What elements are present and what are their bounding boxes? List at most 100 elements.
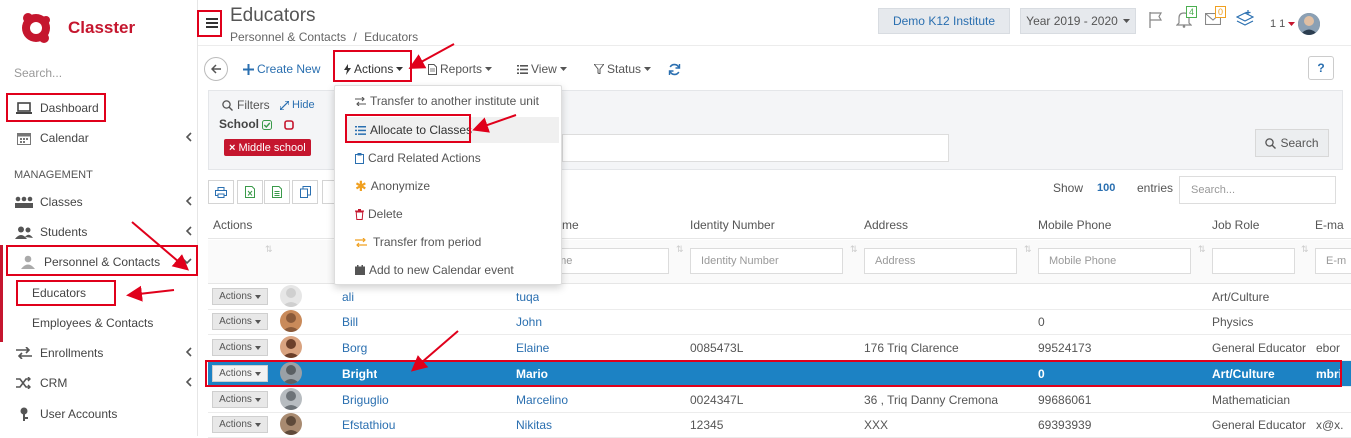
filter-identity-input[interactable]: Identity Number xyxy=(690,248,843,274)
square-icon[interactable] xyxy=(284,120,294,130)
cell-first-name[interactable]: John xyxy=(516,315,542,329)
check-square-icon[interactable] xyxy=(262,120,272,130)
menu-item-calendar-event[interactable]: Add to new Calendar event xyxy=(335,257,563,283)
cell-first-name[interactable]: Mario xyxy=(516,367,548,381)
sidebar-item-employees-contacts[interactable]: Employees & Contacts xyxy=(0,309,198,337)
more-tools-button[interactable] xyxy=(322,180,334,204)
sidebar-item-crm[interactable]: CRM xyxy=(0,369,198,397)
file-excel-icon xyxy=(245,186,255,198)
help-button[interactable]: ? xyxy=(1308,56,1334,80)
institute-selector[interactable]: Demo K12 Institute xyxy=(878,8,1010,34)
table-row[interactable]: Actions Borg Elaine 0085473L 176 Triq Claren… xyxy=(208,335,1351,361)
menu-item-card-related-actions[interactable]: Card Related Actions xyxy=(335,145,563,171)
actions-menu-button[interactable]: Actions xyxy=(344,60,404,78)
sidebar-search-input[interactable]: Search... xyxy=(14,66,62,80)
sidebar-item-personnel-contacts[interactable]: Personnel & Contacts xyxy=(0,248,198,276)
cell-first-name[interactable]: Nikitas xyxy=(516,418,552,432)
sort-icon[interactable]: ⇅ xyxy=(676,244,684,255)
cell-mobile-phone: 0 xyxy=(1038,315,1045,329)
cell-last-name[interactable]: Borg xyxy=(342,341,367,355)
row-actions-button[interactable]: Actions xyxy=(212,365,268,382)
cell-first-name[interactable]: Marcelino xyxy=(516,393,568,407)
back-button[interactable] xyxy=(204,57,228,81)
filter-email-input[interactable]: E-m xyxy=(1315,248,1351,274)
sidebar-item-dashboard[interactable]: Dashboard xyxy=(0,94,198,122)
row-actions-button[interactable]: Actions xyxy=(212,339,268,356)
cell-last-name[interactable]: Briguglio xyxy=(342,393,389,407)
breadcrumb-personnel[interactable]: Personnel & Contacts xyxy=(230,30,346,44)
sidebar-item-enrollments[interactable]: Enrollments xyxy=(0,339,198,367)
sidebar: Classter Search... Dashboard Calendar MA… xyxy=(0,0,198,436)
menu-item-anonymize[interactable]: ✱ Anonymize xyxy=(335,173,563,199)
filter-job-role-input[interactable] xyxy=(1212,248,1295,274)
sidebar-item-classes[interactable]: Classes xyxy=(0,188,198,216)
create-new-button[interactable]: Create New xyxy=(243,60,320,78)
cell-last-name[interactable]: Bill xyxy=(342,315,358,329)
menu-item-delete[interactable]: Delete xyxy=(335,201,563,227)
column-header-email[interactable]: E-ma xyxy=(1315,218,1344,232)
menu-item-transfer-institute[interactable]: Transfer to another institute unit xyxy=(335,88,563,114)
sidebar-section-title: MANAGEMENT xyxy=(14,169,93,181)
layers-icon[interactable] xyxy=(1236,10,1254,28)
print-button[interactable] xyxy=(208,180,234,204)
sort-icon[interactable]: ⇅ xyxy=(850,244,858,255)
table-row[interactable]: Actions Briguglio Marcelino 0024347L 36 , Tr… xyxy=(208,387,1351,413)
cell-first-name[interactable]: Elaine xyxy=(516,341,549,355)
cell-last-name[interactable]: Bright xyxy=(342,367,377,381)
hamburger-menu-icon[interactable] xyxy=(202,12,222,34)
remove-icon[interactable]: × xyxy=(229,142,235,154)
column-header-job-role[interactable]: Job Role xyxy=(1212,218,1259,232)
year-label: Year 2019 - 2020 xyxy=(1026,14,1118,28)
cell-last-name[interactable]: ali xyxy=(342,290,354,304)
filter-text-input[interactable] xyxy=(562,134,949,162)
view-menu-button[interactable]: View xyxy=(517,60,567,78)
column-header-mobile-phone[interactable]: Mobile Phone xyxy=(1038,218,1111,232)
table-row[interactable]: Actions ali tuqa Art/Culture xyxy=(208,284,1351,310)
sort-icon[interactable]: ⇅ xyxy=(1301,244,1309,255)
search-button[interactable]: Search xyxy=(1255,129,1329,157)
sidebar-item-calendar[interactable]: Calendar xyxy=(0,124,198,152)
table-search-input[interactable]: Search... xyxy=(1179,176,1336,204)
reports-menu-button[interactable]: Reports xyxy=(428,60,493,78)
sidebar-item-user-accounts[interactable]: User Accounts xyxy=(0,400,198,428)
row-actions-button[interactable]: Actions xyxy=(212,288,268,305)
export-excel-button[interactable] xyxy=(237,180,263,204)
table-row[interactable]: Actions Bright Mario 0 Art/Culture mbri xyxy=(208,361,1351,387)
column-header-identity-number[interactable]: Identity Number xyxy=(690,218,775,232)
row-actions-button[interactable]: Actions xyxy=(212,416,268,433)
filter-mobile-input[interactable]: Mobile Phone xyxy=(1038,248,1191,274)
export-csv-button[interactable] xyxy=(264,180,290,204)
menu-item-allocate-classes[interactable]: Allocate to Classes xyxy=(345,117,559,143)
copy-icon xyxy=(299,186,311,198)
hide-filters-link[interactable]: Hide xyxy=(280,99,315,111)
sidebar-item-educators[interactable]: Educators xyxy=(0,279,198,307)
column-header-address[interactable]: Address xyxy=(864,218,908,232)
row-actions-button[interactable]: Actions xyxy=(212,313,268,330)
table-row[interactable]: Actions Efstathiou Nikitas 12345 XXX 69393939… xyxy=(208,412,1351,438)
table-row[interactable]: Actions Bill John 0 Physics xyxy=(208,309,1351,335)
breadcrumb-educators[interactable]: Educators xyxy=(364,30,418,44)
column-header-name[interactable]: me xyxy=(562,218,579,232)
sort-icon[interactable]: ⇅ xyxy=(265,244,273,255)
refresh-icon[interactable] xyxy=(668,60,681,78)
notification-count-badge: 4 xyxy=(1186,6,1198,18)
middle-school-chip[interactable]: × Middle school xyxy=(224,139,311,156)
copy-button[interactable] xyxy=(292,180,318,204)
view-label: View xyxy=(531,62,557,76)
filter-address-input[interactable]: Address xyxy=(864,248,1017,274)
row-actions-button[interactable]: Actions xyxy=(212,391,268,408)
cell-last-name[interactable]: Efstathiou xyxy=(342,418,395,432)
filters-toggle[interactable]: Filters xyxy=(222,98,270,112)
page-size-select[interactable]: 100 xyxy=(1097,182,1115,194)
school-filter-label: School xyxy=(219,117,260,131)
cell-first-name[interactable]: tuqa xyxy=(516,290,539,304)
user-menu[interactable]: 1 1 xyxy=(1270,13,1321,35)
status-menu-button[interactable]: Status xyxy=(594,60,652,78)
classter-logo[interactable]: Classter xyxy=(14,8,194,48)
sort-icon[interactable]: ⇅ xyxy=(1024,244,1032,255)
sidebar-item-students[interactable]: Students xyxy=(0,218,198,246)
menu-item-transfer-period[interactable]: Transfer from period xyxy=(335,229,563,255)
flag-icon[interactable] xyxy=(1149,12,1163,28)
year-selector[interactable]: Year 2019 - 2020 xyxy=(1020,8,1136,34)
sort-icon[interactable]: ⇅ xyxy=(1198,244,1206,255)
